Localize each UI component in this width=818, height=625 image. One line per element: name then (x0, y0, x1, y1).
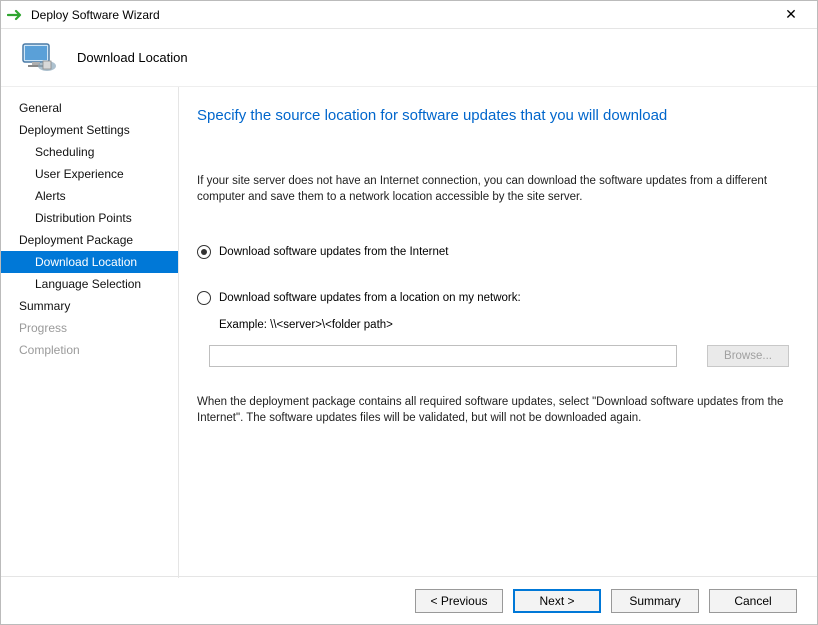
sidebar-item-summary[interactable]: Summary (1, 295, 178, 317)
radio-label: Download software updates from the Inter… (219, 246, 449, 258)
titlebar: Deploy Software Wizard ✕ (1, 1, 817, 29)
radio-download-network[interactable]: Download software updates from a locatio… (197, 291, 789, 305)
sidebar-item-language-selection[interactable]: Language Selection (1, 273, 178, 295)
sidebar-item-progress: Progress (1, 317, 178, 339)
sidebar-item-completion: Completion (1, 339, 178, 361)
window-title: Deploy Software Wizard (31, 8, 160, 22)
browse-button: Browse... (707, 345, 789, 367)
cancel-button[interactable]: Cancel (709, 589, 797, 613)
wizard-header: Download Location (1, 29, 817, 87)
radio-icon (197, 291, 211, 305)
next-button[interactable]: Next > (513, 589, 601, 613)
example-label: Example: \\<server>\<folder path> (219, 319, 789, 331)
wizard-sidebar: GeneralDeployment SettingsSchedulingUser… (1, 87, 179, 578)
sidebar-item-deployment-package[interactable]: Deployment Package (1, 229, 178, 251)
radio-download-internet[interactable]: Download software updates from the Inter… (197, 245, 789, 259)
sidebar-item-download-location[interactable]: Download Location (1, 251, 178, 273)
info-text: If your site server does not have an Int… (197, 174, 789, 205)
monitor-icon (19, 38, 59, 78)
summary-button[interactable]: Summary (611, 589, 699, 613)
sidebar-item-alerts[interactable]: Alerts (1, 185, 178, 207)
close-button[interactable]: ✕ (771, 1, 811, 29)
previous-button[interactable]: < Previous (415, 589, 503, 613)
sidebar-item-deployment-settings[interactable]: Deployment Settings (1, 119, 178, 141)
main-panel: Specify the source location for software… (179, 87, 817, 578)
sidebar-item-general[interactable]: General (1, 97, 178, 119)
sidebar-item-distribution-points[interactable]: Distribution Points (1, 207, 178, 229)
page-title: Download Location (77, 50, 188, 65)
note-text: When the deployment package contains all… (197, 395, 789, 426)
sidebar-item-user-experience[interactable]: User Experience (1, 163, 178, 185)
arrow-right-icon (7, 8, 25, 22)
wizard-footer: < Previous Next > Summary Cancel (1, 576, 817, 624)
main-heading: Specify the source location for software… (197, 107, 789, 124)
network-path-row: Browse... (209, 345, 789, 367)
radio-label: Download software updates from a locatio… (219, 292, 521, 304)
radio-icon (197, 245, 211, 259)
sidebar-item-scheduling[interactable]: Scheduling (1, 141, 178, 163)
network-path-input[interactable] (209, 345, 677, 367)
